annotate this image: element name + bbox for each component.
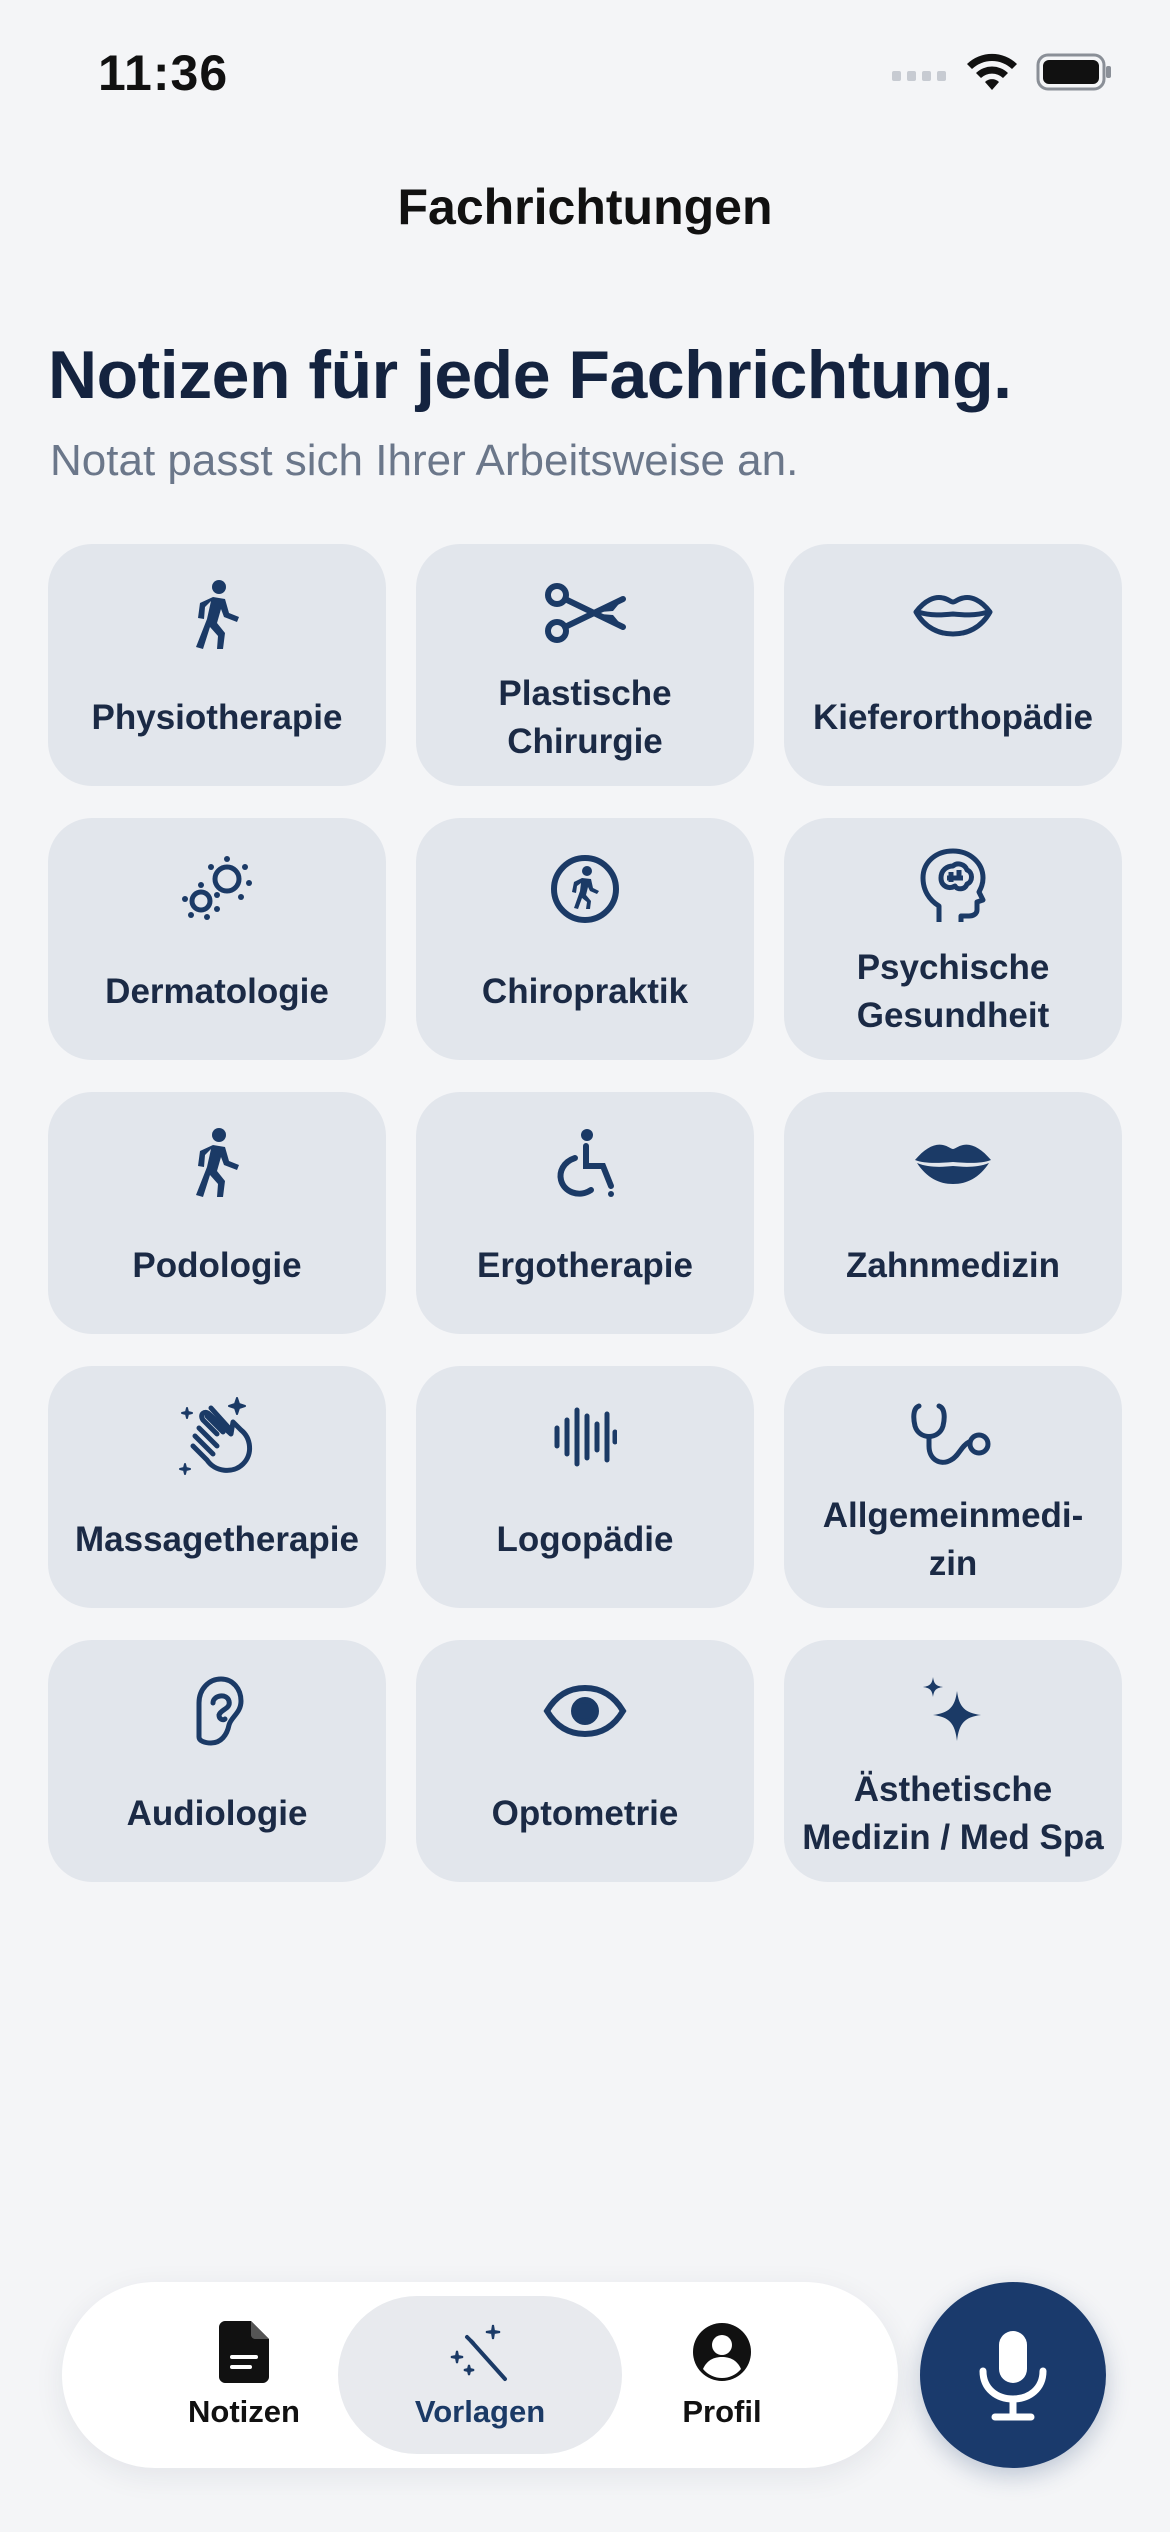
battery-icon	[1036, 53, 1111, 91]
walking-person-icon	[172, 570, 262, 660]
walking-circle-icon	[540, 844, 630, 934]
tab-bar: Notizen Vorlagen Profil	[62, 2282, 898, 2468]
specialty-label: Ästhetische Medizin / Med Spa	[802, 1770, 1104, 1857]
specialty-label: Allgemeinmedi- zin	[822, 1496, 1084, 1583]
specialty-label: Optometrie	[491, 1794, 679, 1833]
status-time: 11:36	[98, 45, 229, 101]
specialty-label: Massagetherapie	[74, 1520, 360, 1559]
specialty-label: Kieferorthopädie	[812, 698, 1094, 737]
specialty-card-ergotherapie[interactable]: Ergotherapie	[416, 1092, 754, 1334]
specialty-card-dermatologie[interactable]: Dermatologie	[48, 818, 386, 1060]
status-icons	[892, 52, 1112, 92]
specialty-card-aesthetische-medizin[interactable]: Ästhetische Medizin / Med Spa	[784, 1640, 1122, 1882]
sparkles-icon	[908, 1664, 998, 1754]
specialty-label: Ergotherapie	[477, 1246, 693, 1285]
lips-filled-icon	[908, 1118, 998, 1208]
specialty-card-chiropraktik[interactable]: Chiropraktik	[416, 818, 754, 1060]
specialty-card-physiotherapie[interactable]: Physiotherapie	[48, 544, 386, 786]
tab-label: Notizen	[188, 2394, 300, 2429]
eye-icon	[540, 1666, 630, 1756]
specialty-card-audiologie[interactable]: Audiologie	[48, 1640, 386, 1882]
profile-icon	[690, 2320, 754, 2384]
cellular-signal-icon	[892, 71, 946, 81]
specialty-grid: Physiotherapie Plastische Chirurgie Kief…	[48, 544, 1122, 1882]
specialty-card-kieferorthopaedie[interactable]: Kieferorthopädie	[784, 544, 1122, 786]
specialty-label: Zahnmedizin	[846, 1246, 1060, 1285]
specialty-card-massagetherapie[interactable]: Massagetherapie	[48, 1366, 386, 1608]
record-button[interactable]	[920, 2282, 1106, 2468]
hands-sparkles-icon	[172, 1392, 262, 1482]
specialty-label: Audiologie	[126, 1794, 308, 1833]
subline: Notat passt sich Ihrer Arbeitsweise an.	[50, 436, 799, 485]
tab-label: Profil	[682, 2394, 762, 2429]
headline: Notizen für jede Fachrichtung.	[48, 337, 1012, 413]
brain-head-icon	[908, 842, 998, 932]
page-title: Fachrichtungen	[397, 179, 773, 235]
magic-wand-icon	[448, 2320, 512, 2384]
specialty-label: Podologie	[132, 1246, 302, 1285]
stethoscope-icon	[908, 1390, 998, 1480]
specialty-card-psychische-gesundheit[interactable]: Psychische Gesundheit	[784, 818, 1122, 1060]
specialty-label: Psychische Gesundheit	[856, 948, 1050, 1035]
specialty-card-optometrie[interactable]: Optometrie	[416, 1640, 754, 1882]
tab-profil[interactable]: Profil	[580, 2296, 864, 2454]
waveform-icon	[540, 1392, 630, 1482]
specialty-card-podologie[interactable]: Podologie	[48, 1092, 386, 1334]
status-bar: 11:36	[0, 0, 1170, 150]
scissors-icon	[540, 568, 630, 658]
wifi-icon	[967, 53, 1017, 90]
document-icon	[212, 2320, 276, 2384]
specialty-label: Physiotherapie	[91, 698, 343, 737]
tab-label: Vorlagen	[414, 2394, 546, 2429]
specialty-card-allgemeinmedizin[interactable]: Allgemeinmedi- zin	[784, 1366, 1122, 1608]
specialty-card-zahnmedizin[interactable]: Zahnmedizin	[784, 1092, 1122, 1334]
lips-outline-icon	[908, 570, 998, 660]
specialty-card-logopaedie[interactable]: Logopädie	[416, 1366, 754, 1608]
microphone-icon	[979, 2331, 1047, 2421]
specialty-label: Logopädie	[496, 1520, 674, 1559]
specialty-card-plastische-chirurgie[interactable]: Plastische Chirurgie	[416, 544, 754, 786]
microbes-icon	[172, 844, 262, 934]
specialty-label: Dermatologie	[105, 972, 329, 1011]
specialty-label: Plastische Chirurgie	[498, 674, 672, 761]
walking-person-icon	[172, 1118, 262, 1208]
specialty-label: Chiropraktik	[481, 972, 689, 1011]
wheelchair-icon	[540, 1118, 630, 1208]
ear-icon	[172, 1666, 262, 1756]
